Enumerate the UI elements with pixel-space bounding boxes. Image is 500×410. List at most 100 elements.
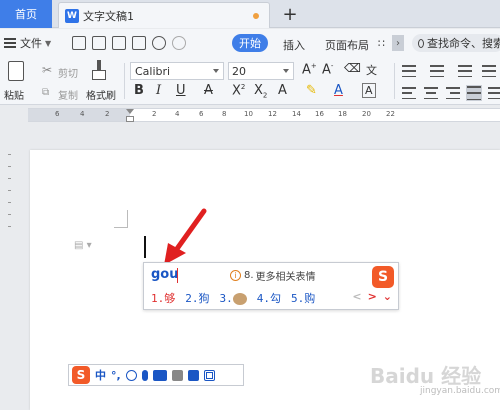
ruler-tick bbox=[8, 166, 11, 167]
bold-icon[interactable]: B bbox=[134, 83, 144, 98]
save-icon[interactable] bbox=[72, 36, 86, 50]
paste-icon[interactable] bbox=[8, 61, 24, 81]
strikethrough-icon[interactable]: A bbox=[204, 83, 213, 98]
file-menu[interactable]: 文件 ▼ bbox=[4, 35, 51, 51]
justify-icon[interactable] bbox=[466, 85, 482, 101]
ime-prev-page-button[interactable]: < bbox=[352, 290, 361, 303]
ime-candidate[interactable]: 1.够 bbox=[151, 290, 175, 306]
subscript-icon[interactable]: X2 bbox=[254, 83, 267, 100]
font-family-select[interactable]: Calibri bbox=[130, 62, 224, 80]
underline-icon[interactable]: U bbox=[176, 83, 186, 98]
tab-insert[interactable]: 插入 bbox=[283, 37, 305, 53]
ime-pinyin-input: gou bbox=[151, 267, 179, 282]
ime-next-page-button[interactable]: > bbox=[368, 290, 377, 303]
numbered-list-icon[interactable] bbox=[430, 65, 444, 77]
export-pdf-icon[interactable] bbox=[92, 36, 106, 50]
ime-punctuation-toggle[interactable]: °, bbox=[111, 369, 121, 382]
tab-home[interactable]: 首页 bbox=[0, 0, 52, 28]
ime-candidate[interactable]: 3. bbox=[220, 292, 247, 305]
menu-bar: 文件 ▼ 开始 插入 页面布局 ∷ › 查找命令、搜索 bbox=[0, 29, 500, 57]
microphone-icon[interactable] bbox=[141, 369, 148, 381]
font-size-select[interactable]: 20 bbox=[228, 62, 294, 80]
file-menu-label: 文件 bbox=[20, 37, 42, 50]
ime-candidate[interactable]: 4.勾 bbox=[257, 290, 281, 306]
decrease-indent-icon[interactable] bbox=[458, 65, 472, 77]
hamburger-icon bbox=[4, 38, 16, 48]
ruler-number: 4 bbox=[80, 110, 85, 118]
chevron-down-icon: ▼ bbox=[45, 38, 52, 48]
ruler-number: 16 bbox=[315, 110, 324, 118]
bullet-list-icon[interactable] bbox=[402, 65, 416, 77]
keyboard-icon[interactable] bbox=[152, 369, 167, 381]
ribbon-scroll-right-button[interactable]: › bbox=[392, 35, 404, 51]
ime-expand-chevron-icon[interactable]: ⌄ bbox=[383, 290, 392, 303]
increase-indent-icon[interactable] bbox=[482, 65, 496, 77]
indent-marker[interactable] bbox=[126, 109, 134, 123]
quick-access-toolbar bbox=[72, 36, 186, 50]
text-effect-icon[interactable]: A bbox=[278, 83, 287, 98]
align-left-icon[interactable] bbox=[402, 87, 416, 99]
ime-info-text: 更多相关表情 bbox=[255, 272, 316, 283]
ime-caret bbox=[177, 268, 178, 283]
tab-document-title: 文字文稿1 bbox=[83, 9, 134, 23]
clear-format-icon[interactable]: ⌫ bbox=[344, 61, 361, 75]
highlight-icon[interactable]: ✎ bbox=[306, 83, 317, 98]
tab-page-layout[interactable]: 页面布局 bbox=[325, 37, 369, 53]
decrease-font-icon[interactable]: A- bbox=[322, 62, 333, 77]
text-cursor bbox=[144, 236, 146, 258]
writer-doc-icon: W bbox=[65, 8, 79, 23]
red-arrow-icon bbox=[164, 208, 207, 265]
ime-candidate-window: gou i 8. 更多相关表情 S 1.够 2.狗 3. 4.勾 5.购 < >… bbox=[143, 262, 399, 310]
sogou-logo-icon[interactable]: S bbox=[372, 266, 394, 288]
user-icon[interactable] bbox=[171, 369, 183, 381]
copy-button[interactable]: 复制 bbox=[58, 87, 78, 102]
divider bbox=[394, 63, 395, 99]
ime-status-bar: S 中 °, bbox=[68, 364, 244, 386]
command-search-input[interactable]: 查找命令、搜索 bbox=[412, 34, 500, 52]
format-painter-icon[interactable] bbox=[92, 60, 106, 82]
increase-font-icon[interactable]: A+ bbox=[302, 62, 317, 77]
ruler-number: 6 bbox=[55, 110, 60, 118]
skin-shirt-icon[interactable] bbox=[187, 369, 199, 381]
ruler-number: 10 bbox=[244, 110, 253, 118]
align-right-icon[interactable] bbox=[446, 87, 460, 99]
horizontal-ruler[interactable]: 6 4 2 2 4 6 8 10 12 14 16 18 20 22 bbox=[0, 106, 500, 124]
tab-more-icon[interactable]: ∷ bbox=[378, 37, 385, 50]
ime-candidate[interactable]: 2.狗 bbox=[185, 290, 209, 306]
new-tab-button[interactable]: + bbox=[280, 4, 300, 25]
format-painter-button[interactable]: 格式刷 bbox=[86, 87, 116, 102]
align-center-icon[interactable] bbox=[424, 87, 438, 99]
copy-icon[interactable]: ⧉ bbox=[42, 87, 49, 98]
vertical-ruler[interactable] bbox=[0, 124, 14, 410]
paragraph-handle-icon[interactable]: ▤ ▾ bbox=[74, 240, 92, 251]
char-border-icon[interactable]: A bbox=[362, 83, 376, 98]
ime-candidate[interactable]: 5.购 bbox=[291, 290, 315, 306]
tab-start[interactable]: 开始 bbox=[232, 34, 268, 52]
pinyin-guide-icon[interactable]: 文 bbox=[366, 62, 377, 78]
paste-button[interactable]: 粘贴 bbox=[4, 87, 24, 102]
divider bbox=[124, 63, 125, 99]
tab-bar: 首页 W 文字文稿1 + bbox=[0, 0, 500, 28]
tab-document[interactable]: W 文字文稿1 bbox=[58, 2, 270, 28]
undo-icon[interactable] bbox=[152, 36, 166, 50]
emoji-icon[interactable] bbox=[125, 369, 137, 381]
cut-button[interactable]: 剪切 bbox=[58, 65, 78, 80]
print-preview-icon[interactable] bbox=[132, 36, 146, 50]
ruler-number: 22 bbox=[386, 110, 395, 118]
distributed-align-icon[interactable] bbox=[488, 87, 500, 99]
sogou-logo-icon[interactable]: S bbox=[72, 366, 90, 384]
ruler-tick bbox=[8, 226, 11, 227]
ruler-number: 4 bbox=[175, 110, 180, 118]
chevron-down-icon bbox=[213, 69, 219, 73]
ime-language-toggle[interactable]: 中 bbox=[95, 367, 106, 383]
font-color-icon[interactable]: A bbox=[334, 83, 343, 98]
ime-page-nav: < > ⌄ bbox=[352, 290, 392, 303]
superscript-icon[interactable]: X2 bbox=[232, 83, 245, 98]
redo-icon[interactable] bbox=[172, 36, 186, 50]
cut-icon[interactable]: ✂ bbox=[42, 63, 52, 77]
ruler-number: 12 bbox=[268, 110, 277, 118]
toolbox-grid-icon[interactable] bbox=[203, 369, 215, 381]
italic-icon[interactable]: I bbox=[156, 83, 161, 98]
ime-more-emoji-link[interactable]: i 8. 更多相关表情 bbox=[230, 268, 316, 283]
print-icon[interactable] bbox=[112, 36, 126, 50]
